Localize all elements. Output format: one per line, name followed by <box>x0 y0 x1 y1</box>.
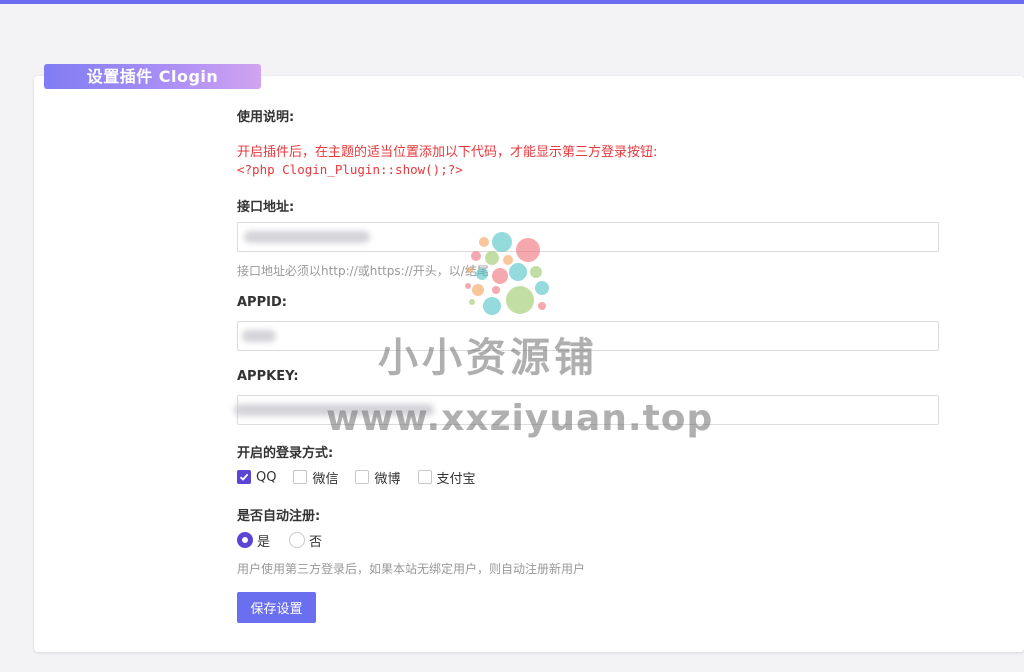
usage-label: 使用说明: <box>237 110 295 125</box>
weibo-label: 微博 <box>374 471 401 487</box>
auto-register-hint: 用户使用第三方登录后，如果本站无绑定用户，则自动注册新用户 <box>237 562 586 576</box>
redacted-api-url <box>244 231 370 243</box>
yes-label: 是 <box>257 534 271 550</box>
redacted-appid <box>242 330 276 342</box>
wechat-checkbox[interactable] <box>293 470 308 484</box>
auto-register-group: 是 否 <box>237 530 341 550</box>
alipay-label: 支付宝 <box>436 471 476 487</box>
auto-register-label: 是否自动注册: <box>237 509 321 524</box>
login-method-weibo[interactable]: 微博 <box>355 468 401 487</box>
login-methods-label: 开启的登录方式: <box>237 446 334 461</box>
login-method-alipay[interactable]: 支付宝 <box>417 468 476 487</box>
api-url-hint: 接口地址必须以http://或https://开头，以/结尾 <box>237 264 489 278</box>
watermark-url: www.xxziyuan.top <box>326 398 714 439</box>
login-method-qq[interactable]: QQ <box>237 470 276 485</box>
appkey-label: APPKEY: <box>237 369 299 384</box>
usage-description: 开启插件后，在主题的适当位置添加以下代码，才能显示第三方登录按钮: <box>237 145 658 160</box>
qq-checkbox[interactable] <box>237 470 251 484</box>
check-icon <box>239 473 249 481</box>
login-methods-group: QQ 微信 微博 支付宝 <box>237 467 493 487</box>
panel-title: 设置插件 Clogin <box>44 64 261 89</box>
watermark-dots-icon <box>465 232 549 315</box>
auto-register-no[interactable]: 否 <box>289 531 322 550</box>
no-radio[interactable] <box>289 532 306 548</box>
top-accent-bar <box>0 0 1024 4</box>
no-label: 否 <box>309 534 323 550</box>
auto-register-yes[interactable]: 是 <box>237 531 270 550</box>
qq-label: QQ <box>256 469 277 485</box>
watermark-title: 小小资源铺 <box>378 335 598 381</box>
yes-radio[interactable] <box>237 532 253 548</box>
save-settings-button[interactable]: 保存设置 <box>237 592 316 623</box>
appid-label: APPID: <box>237 295 287 310</box>
api-url-label: 接口地址: <box>237 200 295 215</box>
login-method-wechat[interactable]: 微信 <box>293 468 338 487</box>
wechat-label: 微信 <box>312 471 339 487</box>
usage-code: <?php Clogin_Plugin::show();?> <box>237 162 463 177</box>
weibo-checkbox[interactable] <box>355 470 370 484</box>
alipay-checkbox[interactable] <box>417 470 432 484</box>
